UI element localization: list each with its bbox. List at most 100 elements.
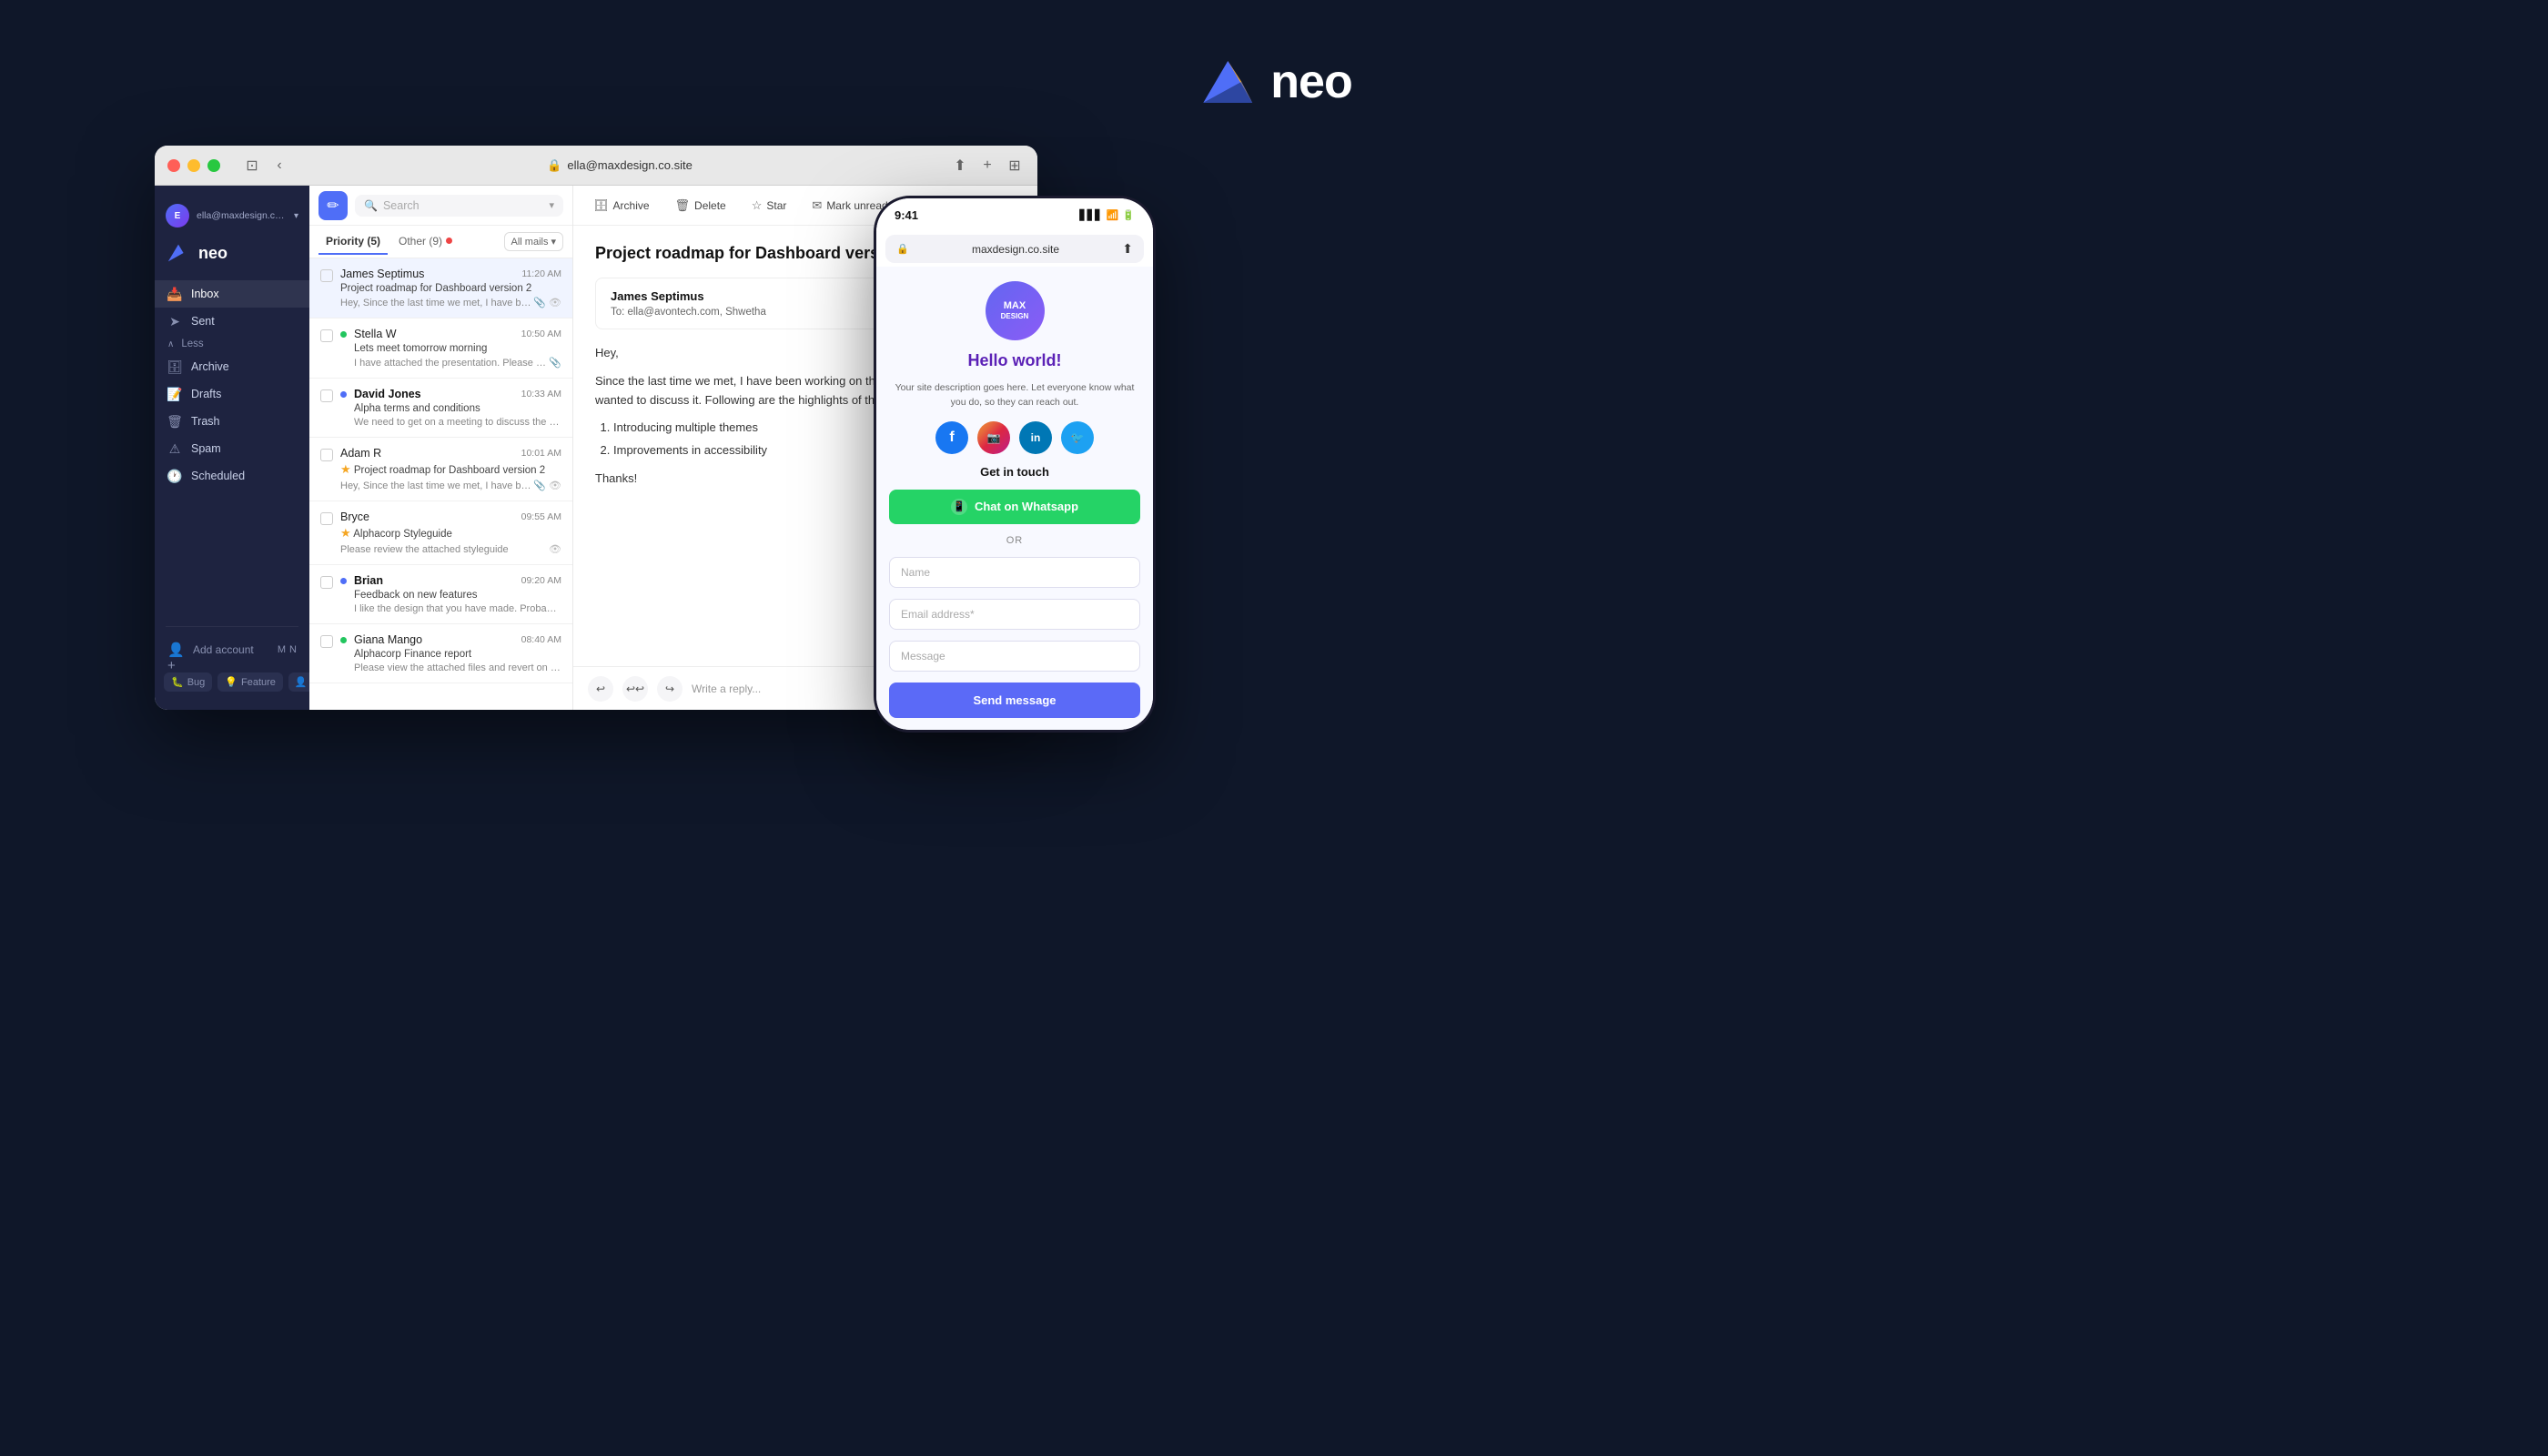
archive-button[interactable]: 🗄 Archive: [588, 195, 655, 217]
email-item-1[interactable]: James Septimus 11:20 AM Project roadmap …: [309, 258, 572, 318]
drafts-icon: 📝: [167, 387, 182, 401]
star-label: Star: [766, 199, 786, 212]
sidebar-item-drafts[interactable]: 📝 Drafts: [155, 380, 309, 408]
compose-button[interactable]: ✏: [318, 191, 348, 220]
mobile-hello: Hello world!: [968, 351, 1062, 370]
sidebar-item-spam[interactable]: ⚠ Spam: [155, 435, 309, 462]
add-account-icons: M N: [278, 644, 297, 655]
instagram-icon[interactable]: 📷: [977, 421, 1010, 454]
mobile-description: Your site description goes here. Let eve…: [889, 381, 1140, 410]
sidebar-nav: 📥 Inbox ➤ Sent ∧ Less 🗄 Archive 📝 D: [155, 277, 309, 619]
sidebar-item-scheduled[interactable]: 🕐 Scheduled: [155, 462, 309, 490]
email-subject-2: Lets meet tomorrow morning: [354, 343, 561, 354]
whatsapp-icon: 📱: [951, 499, 967, 515]
minimize-button[interactable]: [187, 159, 200, 172]
email-checkbox-7[interactable]: [320, 635, 333, 648]
maximize-button[interactable]: [207, 159, 220, 172]
email-item-5[interactable]: Bryce 09:55 AM ★ Alphacorp Styleguide Pl…: [309, 501, 572, 565]
feature-button[interactable]: 💡 Feature: [217, 672, 283, 692]
mobile-site-logo: MAX DESIGN: [986, 281, 1045, 340]
email-preview-6: I like the design that you have made. Pr…: [354, 603, 561, 614]
new-tab-icon[interactable]: +: [977, 156, 997, 176]
account-email: ella@maxdesign.co.site: [197, 210, 287, 221]
close-button[interactable]: [167, 159, 180, 172]
url-bar[interactable]: 🔒 ella@maxdesign.co.site: [297, 158, 943, 173]
twitter-icon[interactable]: 🐦: [1061, 421, 1094, 454]
email-item-6[interactable]: Brian 09:20 AM Feedback on new features …: [309, 565, 572, 624]
linkedin-icon[interactable]: in: [1019, 421, 1052, 454]
search-input[interactable]: [383, 199, 544, 212]
email-tabs: Priority (5) Other (9) All mails ▾: [309, 226, 572, 258]
email-item-4[interactable]: Adam R 10:01 AM ★ Project roadmap for Da…: [309, 438, 572, 501]
forward-button[interactable]: ↪: [657, 676, 682, 702]
wifi-icon: 📶: [1107, 209, 1119, 221]
signal-icon: ▋▋▋: [1079, 209, 1102, 221]
email-checkbox-3[interactable]: [320, 389, 333, 402]
email-time-4: 10:01 AM: [521, 448, 561, 459]
share-icon[interactable]: ⬆: [950, 156, 970, 176]
sidebar-item-sent[interactable]: ➤ Sent: [155, 308, 309, 335]
spam-icon: ⚠: [167, 441, 182, 456]
neo-logo-text: neo: [1270, 55, 1351, 109]
email-item-7[interactable]: Giana Mango 08:40 AM Alphacorp Finance r…: [309, 624, 572, 683]
mobile-lock-icon: 🔒: [896, 243, 909, 255]
sidebar-label-drafts: Drafts: [191, 388, 221, 400]
add-account-label: Add account: [193, 643, 254, 656]
whatsapp-button[interactable]: 📱 Chat on Whatsapp: [889, 490, 1140, 524]
sidebar-item-trash[interactable]: 🗑 Trash: [155, 408, 309, 435]
email-checkbox-2[interactable]: [320, 329, 333, 342]
tab-priority[interactable]: Priority (5): [318, 229, 388, 255]
facebook-icon[interactable]: f: [935, 421, 968, 454]
reply-button[interactable]: ↩: [588, 676, 613, 702]
email-item-3[interactable]: David Jones 10:33 AM Alpha terms and con…: [309, 379, 572, 438]
delete-button[interactable]: 🗑 Delete: [670, 195, 732, 217]
bug-icon: 🐛: [171, 676, 184, 688]
sidebar-toggle-icon[interactable]: ⊡: [242, 156, 262, 176]
sidebar-item-archive[interactable]: 🗄 Archive: [155, 353, 309, 380]
sidebar-less-toggle[interactable]: ∧ Less: [155, 335, 309, 353]
mobile-send-button[interactable]: Send message: [889, 682, 1140, 718]
all-mails-dropdown[interactable]: All mails ▾: [504, 232, 563, 251]
email-checkbox-5[interactable]: [320, 512, 333, 525]
email-sender-4: Adam R: [340, 447, 381, 460]
read-icon-1: 👁: [549, 297, 561, 308]
add-account-icon: 👤+: [167, 642, 184, 658]
email-checkbox-4[interactable]: [320, 449, 333, 461]
mobile-browser-bar: 🔒 maxdesign.co.site ⬆: [885, 235, 1144, 263]
feature-label: Feature: [241, 677, 276, 688]
tab-other[interactable]: Other (9): [391, 229, 460, 255]
search-dropdown-icon[interactable]: ▾: [549, 199, 554, 211]
sidebar-item-inbox[interactable]: 📥 Inbox: [155, 280, 309, 308]
reply-all-button[interactable]: ↩↩: [622, 676, 648, 702]
sent-icon: ➤: [167, 314, 182, 329]
email-item-2[interactable]: Stella W 10:50 AM Lets meet tomorrow mor…: [309, 318, 572, 379]
email-list-panel: ✏ 🔍 ▾ Priority (5) Other (9) All mails ▾: [309, 186, 573, 710]
bug-button[interactable]: 🐛 Bug: [164, 672, 212, 692]
battery-icon: 🔋: [1122, 209, 1135, 221]
star-button[interactable]: ☆ Star: [746, 195, 793, 217]
mail-icon-n: N: [289, 644, 297, 655]
sidebar-neo-icon: [166, 240, 191, 266]
mobile-share-icon[interactable]: ⬆: [1122, 241, 1133, 257]
mobile-logo-subtext: DESIGN: [1001, 312, 1029, 321]
bug-label: Bug: [187, 677, 206, 688]
email-list-toolbar: ✏ 🔍 ▾: [309, 186, 572, 226]
email-list: James Septimus 11:20 AM Project roadmap …: [309, 258, 572, 710]
whatsapp-label: Chat on Whatsapp: [975, 500, 1078, 513]
mobile-send-label: Send message: [973, 693, 1056, 707]
email-subject-4: ★ Project roadmap for Dashboard version …: [340, 462, 561, 477]
mobile-email-input[interactable]: [889, 599, 1140, 630]
email-checkbox-6[interactable]: [320, 576, 333, 589]
mobile-name-input[interactable]: [889, 557, 1140, 588]
email-subject-7: Alphacorp Finance report: [354, 649, 561, 660]
mobile-message-input[interactable]: [889, 641, 1140, 672]
neo-logo-icon: [1196, 50, 1259, 114]
email-checkbox-1[interactable]: [320, 269, 333, 282]
sidebar-bottom: 🐛 Bug 💡 Feature 👤: [155, 665, 309, 699]
archive-icon: 🗄: [167, 359, 182, 374]
mobile-url: maxdesign.co.site: [915, 243, 1117, 256]
account-switcher[interactable]: E ella@maxdesign.co.site ▾: [155, 197, 309, 235]
back-icon[interactable]: ‹: [269, 156, 289, 176]
add-account-button[interactable]: 👤+ Add account M N: [155, 634, 309, 665]
tabs-icon[interactable]: ⊞: [1005, 156, 1025, 176]
